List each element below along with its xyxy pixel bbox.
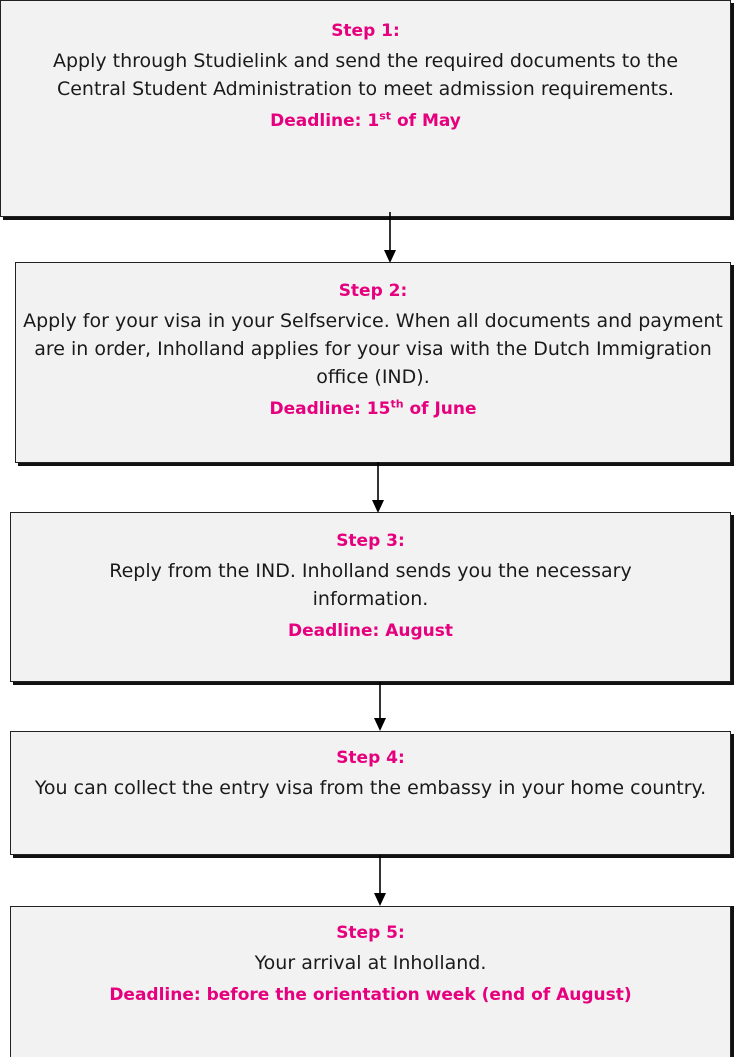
step-2-deadline-ordinal: th	[390, 397, 404, 411]
step-1-deadline-ordinal: st	[379, 109, 392, 123]
step-1-deadline-suffix: of May	[391, 111, 461, 131]
step-4-box: Step 4: You can collect the entry visa f…	[10, 731, 731, 855]
arrow-down-icon	[374, 855, 386, 906]
step-4-text: You can collect the entry visa from the …	[34, 777, 707, 799]
step-4-title: Step 4:	[336, 748, 405, 768]
step-5-title: Step 5:	[336, 923, 405, 943]
step-2-deadline-suffix: of June	[403, 399, 477, 419]
step-2-deadline: Deadline: 15th of June	[16, 397, 730, 421]
step-5-text: Your arrival at Inholland.	[254, 952, 487, 974]
step-1-box: Step 1: Apply through Studielink and sen…	[0, 0, 731, 217]
arrow-down-icon	[372, 462, 384, 513]
step-3-deadline: Deadline: August	[287, 621, 454, 641]
step-1-title: Step 1:	[331, 21, 400, 41]
step-1-text: Apply through Studielink and send the re…	[52, 50, 679, 100]
step-3-title: Step 3:	[336, 531, 405, 551]
arrow-down-icon	[384, 212, 396, 263]
step-1-deadline: Deadline: 1st of May	[1, 109, 730, 133]
step-1-deadline-prefix: Deadline: 1	[270, 111, 380, 131]
step-2-box: Step 2: Apply for your visa in your Self…	[15, 262, 731, 463]
step-2-deadline-prefix: Deadline: 15	[269, 399, 391, 419]
step-5-box: Step 5: Your arrival at Inholland. Deadl…	[10, 906, 731, 1057]
step-3-text: Reply from the IND. Inholland sends you …	[109, 560, 632, 610]
step-3-box: Step 3: Reply from the IND. Inholland se…	[10, 512, 731, 682]
arrow-down-icon	[374, 682, 386, 731]
step-2-title: Step 2:	[338, 281, 408, 301]
step-5-deadline: Deadline: before the orientation week (e…	[109, 985, 632, 1005]
step-2-text: Apply for your visa in your Selfservice.…	[23, 310, 723, 388]
